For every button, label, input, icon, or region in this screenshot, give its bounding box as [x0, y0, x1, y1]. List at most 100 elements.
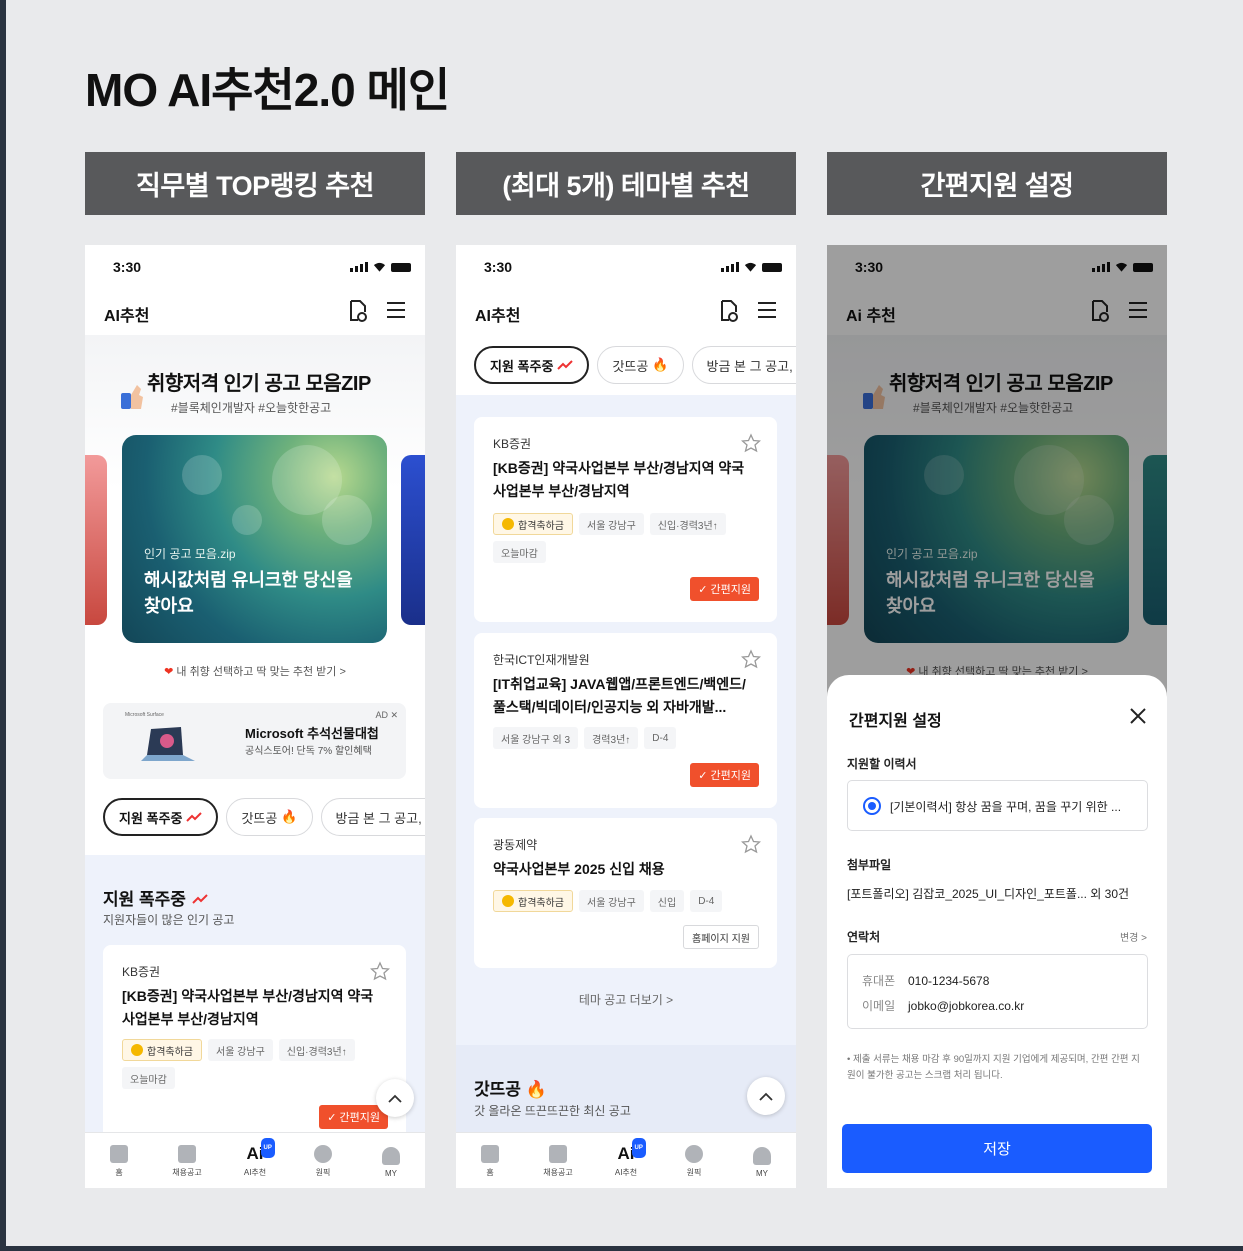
tab-home[interactable]: 홈: [85, 1133, 153, 1188]
tab-jobs[interactable]: 채용공고: [524, 1133, 592, 1188]
column-header-quick-apply: 간편지원 설정: [827, 152, 1167, 215]
fire-icon: 🔥: [652, 357, 669, 372]
status-icons: [350, 262, 411, 272]
chip-recent[interactable]: 방금 본 그 공고, 담: [691, 346, 796, 384]
tag-deadline: D-4: [690, 890, 723, 912]
chevron-up-icon: [388, 1094, 402, 1103]
carousel-card-prev[interactable]: [85, 455, 107, 625]
tab-my[interactable]: MY: [728, 1133, 796, 1188]
sheet-title: 간편지원 설정: [849, 713, 942, 730]
quick-apply-button[interactable]: ✓ 간편지원: [319, 1105, 388, 1129]
file-value: [포트폴리오] 김잡코_2025_UI_디자인_포트폴... 외 30건: [847, 887, 1130, 901]
status-icons: [721, 262, 782, 272]
carousel-card-next[interactable]: [401, 455, 425, 625]
tab-ai[interactable]: Ai UP AI추천: [221, 1133, 289, 1188]
section-subtitle: 지원자들이 많은 인기 공고: [103, 913, 235, 927]
tab-ai[interactable]: Ai UP AI추천: [592, 1133, 660, 1188]
chip-hot[interactable]: 지원 폭주중: [474, 346, 590, 384]
section-title: 갓뜨공 🔥: [474, 1075, 547, 1100]
chip-hot[interactable]: 지원 폭주중: [103, 798, 219, 836]
up-badge: UP: [631, 1138, 646, 1158]
radio-selected[interactable]: [863, 797, 881, 815]
ad-close[interactable]: AD ✕: [375, 710, 398, 721]
tag-text: 합격축하금: [518, 897, 564, 909]
star-outline-icon[interactable]: [370, 961, 390, 981]
tab-label: 원픽: [315, 1168, 331, 1177]
contact-change-link[interactable]: 변경 >: [1120, 929, 1147, 944]
chip-new[interactable]: 갓뜨공 🔥: [226, 798, 313, 836]
app-bar: AI추천: [85, 297, 425, 327]
tab-my[interactable]: MY: [357, 1133, 425, 1188]
status-time: 3:30: [113, 259, 142, 275]
scroll-top-button[interactable]: [747, 1077, 785, 1115]
scroll-top-button[interactable]: [376, 1079, 414, 1117]
card-title: 해시값처럼 유니크한 당신을 찾아요: [144, 570, 353, 616]
tab-label: AI추천: [243, 1168, 267, 1177]
close-icon[interactable]: [1129, 707, 1147, 725]
tab-onepick[interactable]: 원픽: [660, 1133, 728, 1188]
tab-onepick[interactable]: 원픽: [289, 1133, 357, 1188]
tab-label: 채용공고: [543, 1168, 573, 1177]
page-title: MO AI추천2.0 메인: [85, 64, 450, 116]
tag-career: 신입·경력3년↑: [649, 513, 726, 535]
check-circle-icon: [314, 1145, 332, 1163]
save-button[interactable]: 저장: [842, 1124, 1152, 1173]
tag-bonus: 합격축하금: [493, 513, 573, 535]
home-icon: [110, 1145, 128, 1163]
homepage-apply-button[interactable]: 홈페이지 지원: [683, 925, 759, 949]
ad-banner[interactable]: Microsoft Surface Microsoft 추석선물대첩 공식스토어…: [103, 703, 406, 779]
check-circle-icon: [685, 1145, 703, 1163]
tab-label: MY: [385, 1169, 397, 1178]
card-subtitle: 인기 공고 모음.zip: [144, 547, 236, 561]
hero-tags: #블록체인개발자 #오늘핫한공고: [171, 401, 332, 415]
star-outline-icon[interactable]: [741, 649, 761, 669]
job-company: KB증권: [122, 965, 161, 979]
carousel-card-main[interactable]: 인기 공고 모음.zip 해시값처럼 유니크한 당신을 찾아요: [122, 435, 387, 643]
star-outline-icon[interactable]: [741, 433, 761, 453]
section-title-text: 지원 폭주중: [103, 890, 186, 909]
quick-apply-button[interactable]: ✓ 간편지원: [690, 577, 759, 601]
tab-home[interactable]: 홈: [456, 1133, 524, 1188]
hamburger-icon[interactable]: [758, 302, 776, 318]
theme-chips: 지원 폭주중 갓뜨공🔥 방금 본 그 공고, 담: [474, 346, 796, 384]
tab-label: 채용공고: [172, 1168, 202, 1177]
heart-icon: ❤: [164, 666, 174, 678]
tag-deadline: D-4: [644, 727, 677, 749]
resume-value: [기본이력서] 항상 꿈을 꾸며, 꿈을 꾸기 위한 ...: [890, 800, 1122, 814]
job-tags: 합격축하금 서울 강남구 신입 D-4: [493, 890, 763, 912]
job-card[interactable]: 한국ICT인재개발원 [IT취업교육] JAVA웹앱/프론트엔드/백엔드/풀스택…: [474, 633, 777, 808]
job-tags: 서울 강남구 외 3 경력3년↑ D-4: [493, 727, 763, 749]
job-card[interactable]: KB증권 [KB증권] 약국사업본부 부산/경남지역 약국사업본부 부산/경남지…: [474, 417, 777, 622]
check-icon: ✓: [698, 769, 708, 782]
tag-location: 서울 강남구: [579, 890, 644, 912]
more-theme-link[interactable]: 테마 공고 더보기 >: [456, 991, 796, 1008]
chip-label: 지원 폭주중: [119, 810, 183, 826]
job-card[interactable]: 광동제약 약국사업본부 2025 신입 채용 합격축하금 서울 강남구 신입 D…: [474, 818, 777, 968]
settings-doc-icon[interactable]: [347, 299, 369, 323]
settings-doc-icon[interactable]: [718, 299, 740, 323]
email-value: jobko@jobkorea.co.kr: [908, 999, 1025, 1013]
chip-new[interactable]: 갓뜨공 🔥: [597, 346, 684, 384]
job-company: KB증권: [493, 437, 532, 451]
thumbs-up-icon: [121, 385, 143, 409]
tab-jobs[interactable]: 채용공고: [153, 1133, 221, 1188]
job-card[interactable]: KB증권 [KB증권] 약국사업본부 부산/경남지역 약국사업본부 부산/경남지…: [103, 945, 406, 1145]
coin-icon: [131, 1044, 143, 1056]
hamburger-icon[interactable]: [387, 302, 405, 318]
phone-screen-top-ranking: 3:30 AI추천 취향저격 인기 공고 모음ZIP #블록체인개발자 #오늘핫…: [85, 245, 425, 1188]
tab-label: MY: [756, 1169, 768, 1178]
phone-row: 휴대폰 010-1234-5678: [862, 972, 989, 989]
job-company: 광동제약: [493, 838, 538, 852]
preference-link[interactable]: ❤ 내 취향 선택하고 딱 맞는 추천 받기 >: [85, 663, 425, 679]
tab-label: 원픽: [686, 1168, 702, 1177]
resume-select[interactable]: [기본이력서] 항상 꿈을 꾸며, 꿈을 꾸기 위한 ...: [847, 780, 1148, 831]
quick-apply-button[interactable]: ✓ 간편지원: [690, 763, 759, 787]
section-title-text: 갓뜨공: [474, 1080, 521, 1099]
section-subtitle: 갓 올라온 뜨끈뜨끈한 최신 공고: [474, 1104, 631, 1118]
theme-chips: 지원 폭주중 갓뜨공🔥 방금 본 그 공고, 담: [103, 798, 425, 836]
email-row: 이메일 jobko@jobkorea.co.kr: [862, 997, 1024, 1014]
chip-recent[interactable]: 방금 본 그 공고, 담: [320, 798, 425, 836]
board: MO AI추천2.0 메인 직무별 TOP랭킹 추천 (최대 5개) 테마별 추…: [6, 0, 1243, 1246]
resume-label: 지원할 이력서: [847, 757, 917, 771]
star-outline-icon[interactable]: [741, 834, 761, 854]
